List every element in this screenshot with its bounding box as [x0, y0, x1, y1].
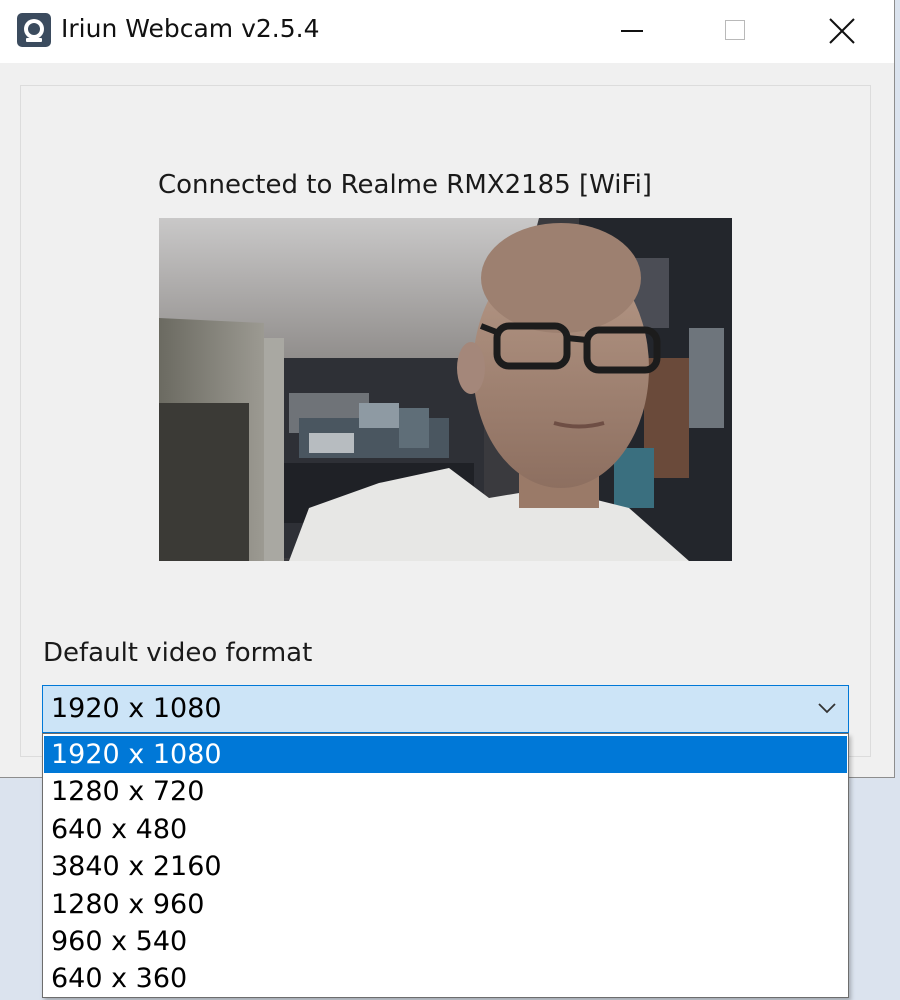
format-option-1280x720[interactable]: 1280 x 720: [44, 773, 847, 810]
app-window: Iriun Webcam v2.5.4 Connected to Realme …: [0, 0, 895, 778]
close-button[interactable]: [789, 0, 893, 62]
maximize-icon: [725, 20, 745, 40]
connection-status: Connected to Realme RMX2185 [WiFi]: [158, 170, 652, 200]
minimize-button[interactable]: [580, 0, 684, 62]
format-option-640x480[interactable]: 640 x 480: [44, 811, 847, 848]
video-format-selected-value: 1920 x 1080: [51, 693, 222, 724]
iriun-webcam-icon: [17, 13, 51, 47]
format-option-960x540[interactable]: 960 x 540: [44, 923, 847, 960]
chevron-down-icon: [818, 703, 836, 714]
minimize-icon: [621, 30, 643, 32]
format-option-1920x1080[interactable]: 1920 x 1080: [44, 736, 847, 773]
format-option-1280x960[interactable]: 1280 x 960: [44, 886, 847, 923]
video-format-label: Default video format: [43, 638, 313, 668]
maximize-button[interactable]: [684, 0, 788, 62]
format-option-640x360[interactable]: 640 x 360: [44, 960, 847, 997]
video-format-select[interactable]: 1920 x 1080: [42, 685, 849, 733]
video-format-dropdown-list: 1920 x 1080 1280 x 720 640 x 480 3840 x …: [42, 733, 849, 998]
window-title: Iriun Webcam v2.5.4: [61, 14, 320, 43]
camera-preview-image: [159, 218, 732, 561]
format-option-3840x2160[interactable]: 3840 x 2160: [44, 848, 847, 885]
camera-preview: [159, 218, 732, 561]
close-icon: [829, 18, 855, 44]
title-bar[interactable]: Iriun Webcam v2.5.4: [0, 0, 894, 63]
